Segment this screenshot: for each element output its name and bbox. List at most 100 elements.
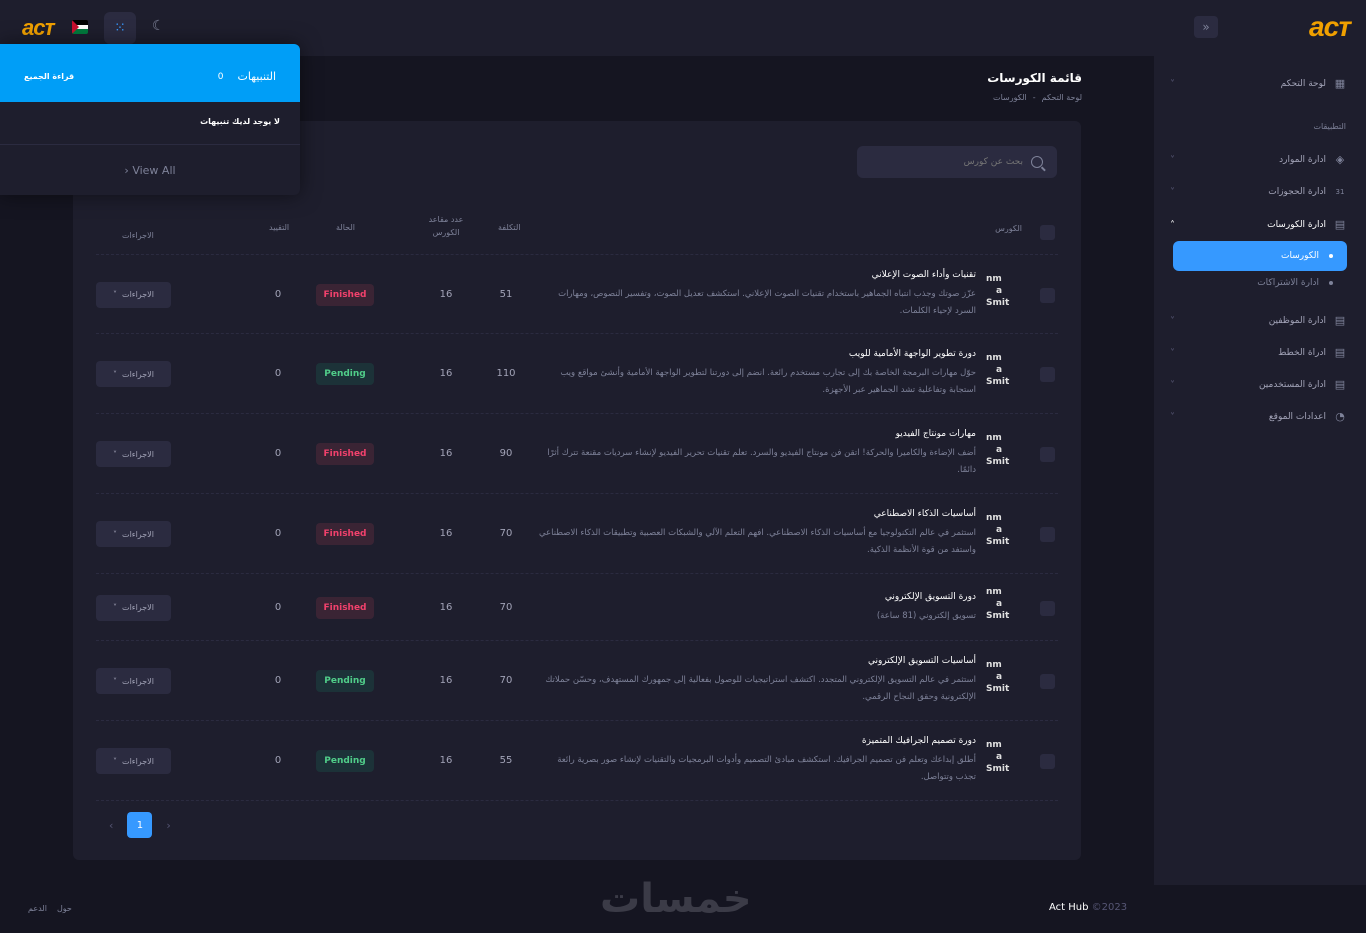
- read-all-link[interactable]: قراءة الجميع: [24, 72, 74, 81]
- course-description: أطلق إبداعك وتعلم فن تصميم الجرافيك. است…: [557, 755, 976, 782]
- search-box[interactable]: [857, 146, 1057, 178]
- sidebar-item-label: ادارة الموظفين: [1268, 316, 1326, 326]
- course-title[interactable]: دورة تصميم الجرافيك المتميزة: [536, 736, 976, 746]
- actions-dropdown-button[interactable]: ˅ الاجراءات: [96, 361, 171, 387]
- course-title[interactable]: دورة تطوير الواجهة الأمامية للويب: [536, 349, 976, 359]
- breadcrumb-current: الكورسات: [993, 93, 1027, 102]
- thumb-line-3: Smit: [986, 610, 1010, 621]
- sidebar-item-label: اعدادات الموقع: [1268, 412, 1326, 422]
- table-row: nm a Smit تقنيات وأداء الصوت الإعلاني عزّز ص…: [96, 255, 1058, 334]
- actions-dropdown-button[interactable]: ˅ الاجراءات: [96, 668, 171, 694]
- sidebar-item-users[interactable]: ˅ ادارة المستخدمين ▤: [1170, 373, 1346, 397]
- pagination-prev[interactable]: ‹: [109, 819, 113, 832]
- sidebar-item-label: ادارة الموارد: [1279, 155, 1326, 165]
- footer-link-about[interactable]: حول: [57, 904, 72, 913]
- document-icon: ▤: [1334, 346, 1346, 359]
- course-seats: 16: [439, 675, 453, 686]
- thumb-line-1: nm: [986, 353, 1002, 363]
- breadcrumb-home[interactable]: لوحة التحكم: [1042, 93, 1082, 102]
- course-cost: 90: [499, 448, 513, 459]
- sidebar-subitem-subscriptions[interactable]: ادارة الاشتراكات: [1257, 278, 1333, 288]
- row-checkbox[interactable]: [1040, 600, 1055, 616]
- sidebar-toggle-button[interactable]: »: [1194, 16, 1218, 38]
- header-cost: التكلفة: [498, 223, 521, 232]
- header-logo[interactable]: acᴛ: [22, 15, 55, 41]
- search-input[interactable]: [873, 157, 1023, 167]
- status-badge: Finished: [316, 523, 374, 545]
- actions-dropdown-button[interactable]: ˅ الاجراءات: [96, 594, 171, 621]
- status-badge: Pending: [316, 363, 374, 385]
- course-enroll: 0: [274, 675, 282, 686]
- pagination-next[interactable]: ›: [166, 819, 170, 832]
- course-cost: 70: [499, 675, 513, 686]
- course-title[interactable]: أساسيات التسويق الإلكتروني: [536, 656, 976, 666]
- status-badge: Pending: [316, 670, 374, 692]
- thumb-line-3: Smit: [986, 377, 1010, 387]
- course-description: استثمر في عالم التسويق الإلكتروني المتجد…: [545, 675, 976, 702]
- row-checkbox[interactable]: [1040, 447, 1055, 462]
- actions-dropdown-button[interactable]: ˅ الاجراءات: [96, 281, 171, 308]
- header-seats-line1: عدد مقاعد: [428, 215, 464, 224]
- course-title[interactable]: أساسيات الذكاء الاصطناعي: [536, 509, 976, 519]
- sidebar-section-label: التطبيقات: [1313, 122, 1346, 131]
- actions-label: الاجراءات: [122, 676, 154, 686]
- row-checkbox[interactable]: [1040, 527, 1055, 542]
- chevron-down-icon: ˅: [113, 603, 118, 612]
- select-all-checkbox[interactable]: [1040, 225, 1055, 240]
- chevron-down-icon: ˅: [113, 676, 118, 686]
- course-title[interactable]: دورة التسويق الإلكتروني: [536, 592, 976, 602]
- course-cost: 70: [499, 601, 513, 613]
- footer-year: ©2023: [1091, 902, 1128, 913]
- course-description: حوّل مهارات البرمجة الخاصة بك إلى تجارب …: [560, 368, 976, 395]
- row-checkbox[interactable]: [1040, 367, 1055, 382]
- pagination-page-1[interactable]: 1: [127, 812, 153, 838]
- sidebar-item-plans[interactable]: ˅ ادراة الخطط ▤: [1170, 341, 1346, 365]
- sidebar-subitem-courses[interactable]: الكورسات: [1173, 241, 1347, 271]
- sidebar-item-dashboard[interactable]: ˅ لوحة التحكم ▦: [1170, 72, 1346, 96]
- sidebar-subitem-label: ادارة الاشتراكات: [1257, 278, 1319, 288]
- dark-mode-icon[interactable]: ☾: [152, 18, 165, 34]
- actions-dropdown-button[interactable]: ˅ الاجراءات: [96, 521, 171, 547]
- row-checkbox[interactable]: [1040, 754, 1055, 769]
- notifications-header: 0 التنبيهات قراءة الجميع: [0, 44, 300, 102]
- pagination: ‹ 1 ›: [109, 812, 171, 838]
- status-badge: Finished: [316, 443, 374, 465]
- notifications-count: 0: [217, 71, 224, 82]
- course-title[interactable]: تقنيات وأداء الصوت الإعلاني: [536, 270, 976, 280]
- view-all-link[interactable]: › View All: [0, 164, 300, 177]
- bullet-icon: [1329, 254, 1333, 258]
- header-seats: عدد مقاعد الكورس: [426, 213, 466, 239]
- watermark: خمسات: [600, 876, 754, 922]
- row-checkbox[interactable]: [1040, 674, 1055, 689]
- actions-dropdown-button[interactable]: ˅ الاجراءات: [96, 748, 171, 774]
- sidebar-item-settings[interactable]: ˅ اعدادات الموقع ◔: [1170, 405, 1346, 429]
- chevron-down-icon: ˅: [113, 529, 118, 539]
- calendar-icon: 31: [1335, 188, 1345, 196]
- course-title[interactable]: مهارات مونتاج الفيديو: [536, 429, 976, 439]
- sidebar-item-resources[interactable]: ˅ ادارة الموارد ◈: [1170, 148, 1346, 172]
- notifications-button[interactable]: ⁙: [104, 12, 136, 44]
- bullet-icon: [1329, 281, 1333, 285]
- sidebar-item-employees[interactable]: ˅ ادارة الموظفين ▤: [1170, 309, 1346, 333]
- footer-link-support[interactable]: الدعم: [28, 904, 47, 913]
- chevron-down-icon: ˅: [113, 756, 118, 766]
- thumb-line-1: nm: [986, 660, 1002, 670]
- thumb-line-1: nm: [986, 513, 1002, 523]
- thumb-line-2: a: [996, 752, 1003, 762]
- language-flag-icon[interactable]: [72, 20, 88, 34]
- actions-dropdown-button[interactable]: ˅ الاجراءات: [96, 441, 171, 467]
- document-icon: ▤: [1334, 314, 1346, 327]
- thumb-line-1: nm: [986, 273, 1002, 284]
- table-row: nm a Smit مهارات مونتاج الفيديو أضف الإضاءة …: [96, 414, 1058, 494]
- course-thumbnail: nm a Smit: [986, 352, 1016, 388]
- sidebar-item-bookings[interactable]: ˅ ادارة الحجوزات 31: [1170, 180, 1346, 204]
- document-icon: ▤: [1334, 218, 1346, 231]
- sidebar-logo[interactable]: acᴛ: [1309, 11, 1351, 43]
- course-description: عزّز صوتك وجذب انتباه الجماهير باستخدام …: [558, 288, 976, 316]
- row-checkbox[interactable]: [1040, 287, 1055, 303]
- course-cost: 70: [499, 528, 513, 539]
- sidebar-item-courses[interactable]: ˄ ادارة الكورسات ▤: [1170, 213, 1346, 237]
- course-thumbnail: nm a Smit: [986, 739, 1016, 775]
- course-thumbnail: nm a Smit: [986, 432, 1016, 468]
- footer-brand[interactable]: Act Hub: [1049, 902, 1088, 913]
